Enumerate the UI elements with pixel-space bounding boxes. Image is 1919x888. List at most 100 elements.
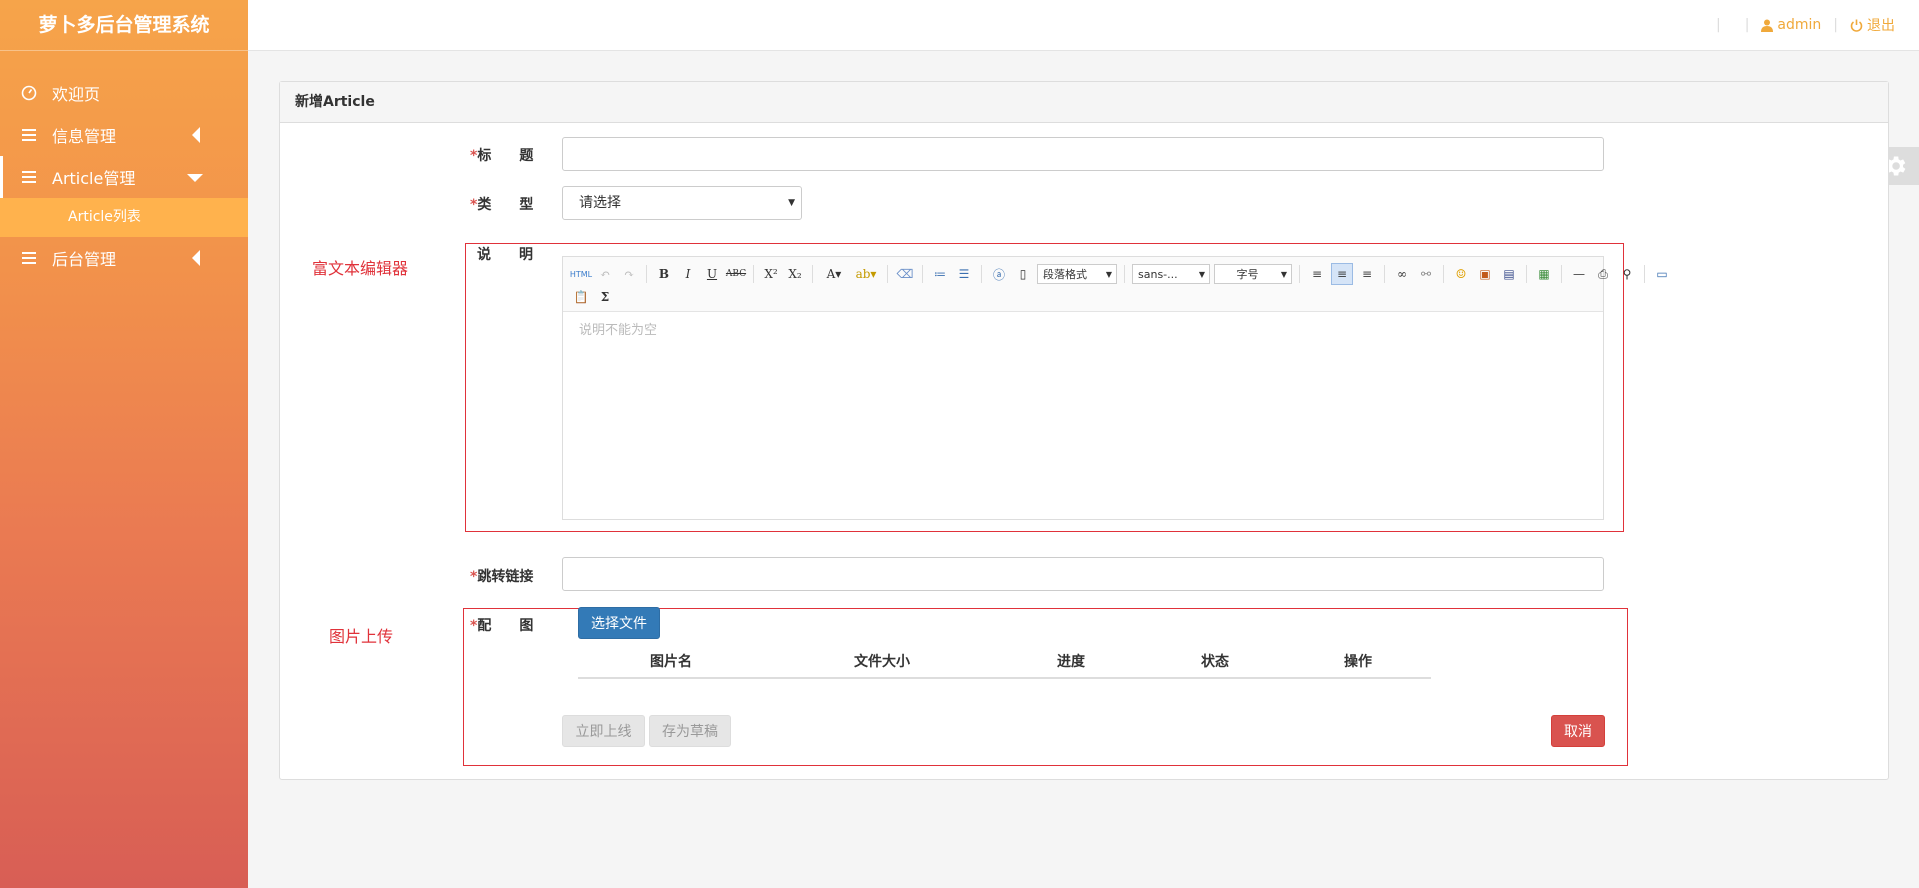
menu-list-icon bbox=[20, 170, 38, 184]
font-size-select[interactable]: 字号 ▼ bbox=[1214, 264, 1292, 284]
preview-icon[interactable]: ⚲ bbox=[1617, 264, 1637, 284]
subscript-icon[interactable]: X₂ bbox=[785, 264, 805, 284]
sidebar-item-info-management[interactable]: 信息管理 bbox=[0, 114, 248, 156]
toolbar-divider bbox=[922, 265, 923, 283]
toolbar-divider bbox=[981, 265, 982, 283]
divider: | bbox=[1744, 17, 1750, 33]
bold-icon[interactable]: B bbox=[654, 264, 674, 284]
panel-title: 新增Article bbox=[280, 82, 1888, 123]
toolbar-divider bbox=[1644, 265, 1645, 283]
power-icon bbox=[1850, 19, 1863, 32]
unordered-list-icon[interactable]: ☰ bbox=[954, 264, 974, 284]
video-icon[interactable]: ▤ bbox=[1499, 264, 1519, 284]
type-label-text: 类 型 bbox=[477, 197, 534, 213]
chevron-down-icon: ▼ bbox=[1198, 270, 1205, 279]
toolbar-divider bbox=[1561, 265, 1562, 283]
sidebar: 萝卜多后台管理系统 欢迎页 信息管理 Article管理 Article列表 后… bbox=[0, 0, 248, 888]
ordered-list-icon[interactable]: ≔ bbox=[930, 264, 950, 284]
horizontal-rule-icon[interactable]: — bbox=[1569, 264, 1589, 284]
toolbar-row-1: HTML ↶ ↷ B I U ABC X² X₂ A▾ ab▾ ⌫ ≔ ☰ ⓐ … bbox=[570, 263, 1672, 285]
user-icon bbox=[1761, 19, 1774, 32]
title-label-text: 标 题 bbox=[477, 148, 534, 164]
paragraph-format-value: 段落格式 bbox=[1043, 268, 1087, 281]
chevron-down-icon: ▼ bbox=[788, 198, 795, 208]
type-select-value: 请选择 bbox=[579, 195, 621, 211]
underline-icon[interactable]: U bbox=[702, 264, 722, 284]
logout-label: 退出 bbox=[1867, 18, 1895, 34]
editor-placeholder: 说明不能为空 bbox=[579, 323, 658, 338]
chart-icon[interactable]: ▦ bbox=[1534, 264, 1554, 284]
toolbar-divider bbox=[1299, 265, 1300, 283]
emoji-icon[interactable]: ☺ bbox=[1451, 264, 1471, 284]
sidebar-item-label: Article管理 bbox=[52, 169, 136, 188]
title-input[interactable] bbox=[562, 137, 1604, 171]
publish-button[interactable]: 立即上线 bbox=[562, 715, 645, 747]
toolbar-divider bbox=[753, 265, 754, 283]
font-size-value: 字号 bbox=[1236, 268, 1259, 281]
link-input[interactable] bbox=[562, 557, 1604, 591]
link-label-text: 跳转链接 bbox=[477, 569, 534, 585]
toolbar-row-2: 📋 Σ bbox=[571, 287, 615, 307]
formula-icon[interactable]: Σ bbox=[595, 287, 615, 307]
italic-icon[interactable]: I bbox=[678, 264, 698, 284]
redo-icon[interactable]: ↷ bbox=[619, 264, 639, 284]
rich-text-editor[interactable]: HTML ↶ ↷ B I U ABC X² X₂ A▾ ab▾ ⌫ ≔ ☰ ⓐ … bbox=[562, 256, 1668, 520]
paste-icon[interactable]: 📋 bbox=[571, 287, 591, 307]
toolbar-divider bbox=[887, 265, 888, 283]
app-title: 萝卜多后台管理系统 bbox=[0, 0, 248, 51]
cancel-button[interactable]: 取消 bbox=[1551, 715, 1605, 747]
sidebar-item-backend-management[interactable]: 后台管理 bbox=[0, 237, 248, 279]
dashboard-icon bbox=[20, 85, 38, 101]
topbar: | | admin | 退出 bbox=[248, 0, 1919, 51]
undo-icon[interactable]: ↶ bbox=[595, 264, 615, 284]
superscript-icon[interactable]: X² bbox=[761, 264, 781, 284]
image-icon[interactable]: ▣ bbox=[1475, 264, 1495, 284]
image-label-text: 配 图 bbox=[477, 618, 534, 634]
sidebar-item-article-management[interactable]: Article管理 bbox=[0, 156, 248, 198]
print-icon[interactable]: ⎙ bbox=[1593, 264, 1613, 284]
upload-column-progress: 进度 bbox=[1057, 654, 1085, 670]
menu-list-icon bbox=[20, 128, 38, 142]
sidebar-item-welcome[interactable]: 欢迎页 bbox=[0, 72, 248, 114]
type-select[interactable]: 请选择 ▼ bbox=[562, 186, 802, 220]
html-source-icon[interactable]: HTML bbox=[570, 264, 592, 284]
fullscreen-icon[interactable]: ▭ bbox=[1652, 264, 1672, 284]
unlink-icon[interactable]: ⚯ bbox=[1416, 264, 1436, 284]
highlight-color-icon[interactable]: ab▾ bbox=[852, 264, 880, 284]
upload-column-size: 文件大小 bbox=[854, 654, 910, 670]
sidebar-menu: 欢迎页 信息管理 Article管理 Article列表 后台管理 bbox=[0, 72, 248, 279]
font-family-value: sans-... bbox=[1138, 268, 1178, 281]
upload-column-actions: 操作 bbox=[1344, 654, 1372, 670]
align-center-icon[interactable]: ≡ bbox=[1331, 263, 1353, 285]
caret-left-icon bbox=[192, 127, 200, 143]
choose-file-button[interactable]: 选择文件 bbox=[578, 607, 660, 639]
eraser-icon[interactable]: ⌫ bbox=[895, 264, 915, 284]
strikethrough-icon[interactable]: ABC bbox=[726, 264, 746, 284]
sidebar-item-label: 后台管理 bbox=[52, 250, 117, 269]
logout-link[interactable]: 退出 bbox=[1850, 15, 1895, 35]
type-label: *类 型 bbox=[470, 194, 533, 214]
caret-left-icon bbox=[192, 250, 200, 266]
paragraph-format-select[interactable]: 段落格式 ▼ bbox=[1037, 264, 1117, 284]
upload-table-divider bbox=[578, 677, 1431, 679]
user-menu: | | admin | 退出 bbox=[1704, 0, 1895, 50]
toolbar-divider bbox=[1124, 265, 1125, 283]
sidebar-item-label: 信息管理 bbox=[52, 127, 117, 146]
chevron-down-icon: ▼ bbox=[1105, 270, 1112, 279]
font-color-icon[interactable]: A▾ bbox=[820, 264, 848, 284]
anchor-icon[interactable]: ⓐ bbox=[989, 264, 1009, 284]
align-right-icon[interactable]: ≡ bbox=[1357, 264, 1377, 284]
link-icon[interactable]: ∞ bbox=[1392, 264, 1412, 284]
align-left-icon[interactable]: ≡ bbox=[1307, 264, 1327, 284]
annotation-image-upload: 图片上传 bbox=[329, 627, 394, 646]
menu-list-icon bbox=[20, 251, 38, 265]
divider: | bbox=[1715, 17, 1721, 33]
sidebar-subitem-article-list[interactable]: Article列表 bbox=[0, 198, 248, 237]
font-family-select[interactable]: sans-... ▼ bbox=[1132, 264, 1210, 284]
user-link[interactable]: admin bbox=[1761, 17, 1821, 33]
divider: | bbox=[1833, 17, 1838, 33]
caret-down-icon bbox=[187, 174, 203, 182]
save-draft-button[interactable]: 存为草稿 bbox=[649, 715, 731, 747]
page-break-icon[interactable]: ▯ bbox=[1013, 264, 1033, 284]
toolbar-divider bbox=[1526, 265, 1527, 283]
